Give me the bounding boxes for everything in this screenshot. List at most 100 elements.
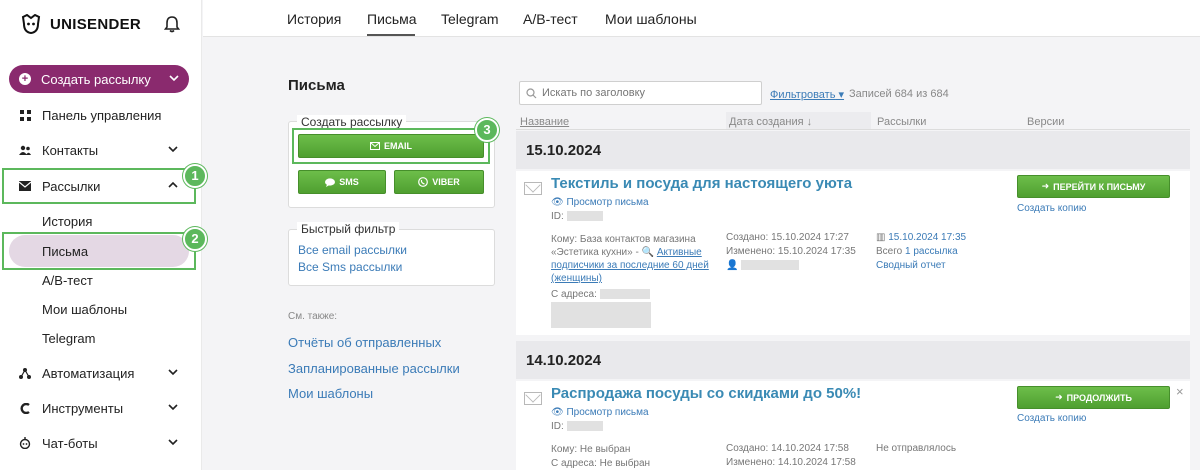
bell-icon[interactable]: [163, 15, 181, 33]
continue-label: ПРОДОЛЖИТЬ: [1066, 392, 1132, 403]
sidebar-subitem-telegram[interactable]: Telegram: [0, 324, 200, 352]
date-group-header: 15.10.2024: [516, 131, 1190, 169]
eye-icon: 👁: [551, 197, 564, 208]
link-sent-reports[interactable]: Отчёты об отправленных: [288, 335, 441, 350]
highlight-frame-letters: [2, 232, 196, 270]
sidebar-item-automation[interactable]: Автоматизация: [0, 358, 200, 388]
go-to-letter-button[interactable]: ➜ ПЕРЕЙТИ К ПИСЬМУ: [1017, 175, 1170, 198]
tab-letters[interactable]: Письма: [367, 11, 417, 27]
tab-history[interactable]: История: [287, 11, 341, 27]
modified-date: Изменено: 14.10.2024 17:58: [726, 457, 856, 468]
sidebar-item-tools[interactable]: Инструменты: [0, 393, 200, 423]
sender-info: С адреса: Не выбран: [551, 458, 651, 469]
step-badge-3: 3: [475, 118, 499, 142]
sidebar-subitem-label: Мои шаблоны: [42, 301, 128, 317]
sidebar-subitem-ab-test[interactable]: A/B-тест: [0, 266, 200, 294]
filter-link-email[interactable]: Все email рассылки: [298, 243, 407, 257]
sidebar-subitem-label: A/B-тест: [42, 272, 93, 288]
arrow-circle-icon: ➜: [1055, 392, 1063, 402]
date-group-header: 14.10.2024: [516, 341, 1190, 379]
user-icon: 👤: [726, 260, 739, 271]
preview-letter-link[interactable]: 👁 Просмотр письма: [551, 196, 649, 209]
link-my-templates[interactable]: Мои шаблоны: [288, 386, 373, 401]
sent-date[interactable]: ▥ 15.10.2024 17:35: [876, 231, 966, 244]
column-header-name[interactable]: Название: [520, 116, 569, 128]
search-small-icon: 🔍: [641, 247, 655, 258]
preview-letter-link[interactable]: 👁 Просмотр письма: [551, 406, 649, 419]
envelope-icon: [524, 182, 542, 195]
sidebar-subitem-templates[interactable]: Мои шаблоны: [0, 295, 200, 323]
sidebar-subitem-history[interactable]: История: [0, 207, 200, 235]
sidebar-item-label: Автоматизация: [42, 365, 135, 381]
search-input[interactable]: [542, 87, 752, 99]
plus-icon: +: [19, 73, 31, 85]
filter-dropdown[interactable]: Фильтровать ▾: [770, 88, 844, 101]
continue-button[interactable]: ➜ ПРОДОЛЖИТЬ: [1017, 386, 1170, 409]
chevron-down-icon: [169, 75, 179, 82]
sidebar-item-label: Панель управления: [42, 107, 162, 123]
column-header-campaigns: Рассылки: [877, 116, 927, 128]
chevron-down-icon: [168, 404, 178, 411]
sms-button-label: SMS: [339, 177, 359, 187]
eye-icon: 👁: [551, 407, 564, 418]
sent-total-link[interactable]: 1 рассылка: [905, 246, 958, 257]
author: 👤: [726, 259, 800, 272]
chat-bubble-icon: [325, 177, 336, 187]
go-to-letter-label: ПЕРЕЙТИ К ПИСЬМУ: [1053, 181, 1146, 192]
tab-templates[interactable]: Мои шаблоны: [605, 11, 697, 27]
quick-filter-box: [288, 229, 495, 286]
logo[interactable]: UNISENDER: [20, 14, 141, 34]
column-header-created[interactable]: Дата создания ↓: [729, 116, 812, 128]
step-badge-1: 1: [183, 164, 207, 188]
sidebar-item-label: Чат-боты: [42, 435, 98, 451]
recipient-info: Кому: Не выбран: [551, 444, 631, 455]
chevron-down-icon: [168, 369, 178, 376]
arrow-circle-icon: ➜: [1041, 181, 1050, 191]
summary-report-link[interactable]: Сводный отчет: [876, 259, 946, 272]
viber-button-label: VIBER: [432, 177, 460, 187]
brand-name: UNISENDER: [50, 15, 142, 33]
chevron-down-icon: [168, 146, 178, 153]
viber-button[interactable]: VIBER: [394, 170, 484, 194]
filter-link-sms[interactable]: Все Sms рассылки: [298, 260, 402, 274]
recipient-info: Кому: База контактов магазина «Эстетика …: [551, 234, 709, 284]
letter-title[interactable]: Распродажа посуды со скидками до 50%!: [551, 385, 861, 402]
sidebar-item-contacts[interactable]: Контакты: [0, 135, 200, 165]
blurred-sender: [551, 302, 651, 328]
records-count: Записей 684 из 684: [849, 88, 949, 100]
create-campaign-button[interactable]: + Создать рассылку: [9, 65, 189, 93]
logo-icon: [21, 14, 41, 34]
close-icon[interactable]: ×: [1176, 384, 1184, 399]
sms-button[interactable]: SMS: [298, 170, 386, 194]
contacts-icon: [18, 145, 32, 155]
top-tabs: История Письма Telegram A/B-тест Мои шаб…: [203, 0, 1200, 37]
step-badge-2: 2: [183, 227, 207, 251]
chart-icon: ▥: [876, 232, 886, 243]
header-divider: [516, 129, 1190, 130]
letter-title[interactable]: Текстиль и посуда для настоящего уюта: [551, 175, 852, 192]
caret-down-icon: ▾: [838, 89, 845, 101]
create-campaign-label: Создать рассылку: [41, 71, 151, 87]
sidebar-subitem-label: История: [42, 213, 93, 229]
email-button[interactable]: EMAIL: [298, 134, 484, 158]
search-box[interactable]: [519, 81, 762, 105]
tools-icon: [18, 402, 32, 414]
chevron-down-icon: [168, 439, 178, 446]
search-icon: [526, 87, 537, 98]
envelope-icon: [524, 392, 542, 405]
sender-label: С адреса:: [551, 288, 650, 301]
page-title: Письма: [288, 77, 345, 94]
send-status: Не отправлялось: [876, 443, 957, 454]
sidebar-item-dashboard[interactable]: Панель управления: [0, 100, 200, 130]
tab-telegram[interactable]: Telegram: [441, 11, 499, 27]
create-copy-link[interactable]: Создать копию: [1017, 202, 1086, 215]
tab-ab-test[interactable]: A/B-тест: [523, 11, 578, 27]
mail-outline-icon: [370, 142, 380, 150]
sent-total: Всего 1 рассылка: [876, 246, 958, 257]
highlight-frame-campaigns: [2, 168, 196, 204]
create-box-legend: Создать рассылку: [297, 115, 407, 129]
sidebar-item-chatbots[interactable]: Чат-боты: [0, 428, 200, 458]
link-scheduled[interactable]: Запланированные рассылки: [288, 361, 460, 376]
create-copy-link[interactable]: Создать копию: [1017, 412, 1086, 425]
see-also-label: См. также:: [288, 311, 338, 322]
